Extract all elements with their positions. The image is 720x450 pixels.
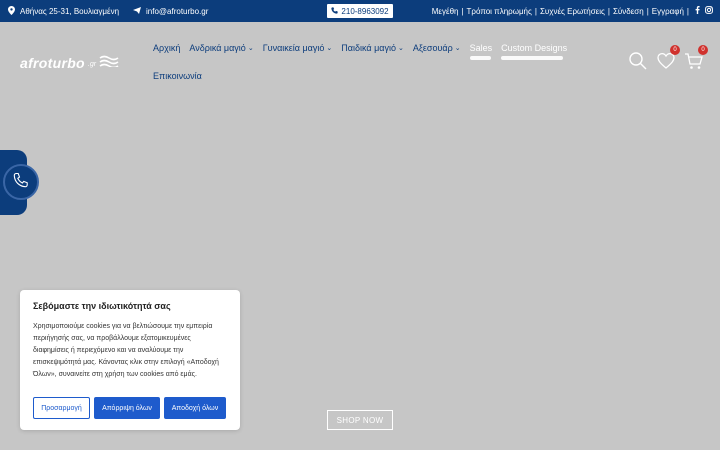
address-text: Αθήνας 25-31, Βουλιαγμένη <box>20 7 120 16</box>
address: Αθήνας 25-31, Βουλιαγμένη <box>8 6 119 17</box>
logo-suffix: .gr <box>87 60 97 68</box>
site-logo[interactable]: afroturbo .gr <box>20 54 119 72</box>
cookie-title: Σεβόμαστε την ιδιωτικότητά σας <box>33 301 171 311</box>
separator: | <box>461 6 464 16</box>
call-button[interactable] <box>3 164 39 200</box>
nav-item-custom-designs[interactable]: Custom Designs <box>501 43 568 60</box>
nav-label: Παιδικά μαγιό <box>341 43 396 53</box>
map-pin-icon <box>8 6 15 17</box>
nav-row: Επικοινωνία <box>153 70 593 82</box>
instagram-icon[interactable] <box>705 6 713 16</box>
top-link-register[interactable]: Εγγραφή <box>652 7 684 16</box>
email[interactable]: info@afroturbo.gr <box>133 7 208 16</box>
chevron-down-icon: ⌄ <box>326 45 333 52</box>
social-links <box>695 6 713 16</box>
wishlist-count-badge: 0 <box>670 45 680 55</box>
cart-icon <box>684 53 704 75</box>
nav-row: Αρχική Ανδρικά μαγιό ⌄ Γυναικεία μαγιό ⌄… <box>153 42 593 60</box>
nav-item-contact[interactable]: Επικοινωνία <box>153 71 202 81</box>
nav-item-womens[interactable]: Γυναικεία μαγιό ⌄ <box>263 43 333 53</box>
nav-label: Sales <box>469 43 493 53</box>
top-bar: Αθήνας 25-31, Βουλιαγμένη info@afroturbo… <box>0 0 720 22</box>
contact-info: Αθήνας 25-31, Βουλιαγμένη info@afroturbo… <box>8 6 208 17</box>
cart-button[interactable]: 0 <box>684 45 708 71</box>
top-link-faq[interactable]: Συχνές Ερωτήσεις <box>540 7 605 16</box>
wave-logo-icon <box>99 54 119 72</box>
heart-icon <box>656 52 676 75</box>
nav-item-accessories[interactable]: Αξεσουάρ ⌄ <box>413 43 461 53</box>
header-icons: 0 0 <box>628 45 708 71</box>
nav-label: Ανδρικά μαγιό <box>189 43 246 53</box>
top-link-sizes[interactable]: Μεγέθη <box>432 7 459 16</box>
phone-button[interactable]: 210-8963092 <box>327 4 393 18</box>
separator: | <box>646 6 649 16</box>
nav-label: Γυναικεία μαγιό <box>262 43 325 53</box>
nav-label: Επικοινωνία <box>153 71 202 81</box>
top-links: Μεγέθη | Τρόποι πληρωμής | Συχνές Ερωτήσ… <box>432 6 713 16</box>
customize-button[interactable]: Προσαρμογή <box>33 397 90 419</box>
top-link-payment[interactable]: Τρόποι πληρωμής <box>467 7 532 16</box>
nav-item-home[interactable]: Αρχική <box>153 43 180 53</box>
nav-label: Custom Designs <box>501 43 568 53</box>
separator: | <box>686 6 689 16</box>
nav-label: Αξεσουάρ <box>412 43 453 53</box>
phone-icon <box>331 6 339 16</box>
chevron-down-icon: ⌄ <box>397 45 404 52</box>
chevron-down-icon: ⌄ <box>247 45 254 52</box>
email-link[interactable]: info@afroturbo.gr <box>146 7 208 16</box>
separator: | <box>607 6 610 16</box>
cookie-text: Χρησιμοποιούμε cookies για να βελτιώσουμ… <box>33 323 219 378</box>
search-icon <box>628 52 648 75</box>
phone-number: 210-8963092 <box>341 6 389 16</box>
cart-count-badge: 0 <box>698 45 708 55</box>
brush-underline <box>501 56 564 60</box>
send-icon <box>133 7 142 16</box>
facebook-icon[interactable] <box>695 6 700 16</box>
main-nav: Αρχική Ανδρικά μαγιό ⌄ Γυναικεία μαγιό ⌄… <box>153 42 593 82</box>
nav-item-mens[interactable]: Ανδρικά μαγιό ⌄ <box>189 43 253 53</box>
shop-now-button[interactable]: SHOP NOW <box>327 410 393 430</box>
separator: | <box>534 6 537 16</box>
cookie-buttons: Προσαρμογή Απόρριψη όλων Αποδοχή όλων <box>33 397 226 419</box>
chevron-down-icon: ⌄ <box>454 45 461 52</box>
wishlist-button[interactable]: 0 <box>656 45 680 71</box>
top-link-login[interactable]: Σύνδεση <box>613 7 644 16</box>
accept-all-button[interactable]: Αποδοχή όλων <box>164 397 226 419</box>
logo-brand: afroturbo <box>20 55 85 71</box>
cookie-consent-dialog: Σεβόμαστε την ιδιωτικότητά σας Χρησιμοπο… <box>20 290 240 430</box>
reject-all-button[interactable]: Απόρριψη όλων <box>94 397 160 419</box>
phone-icon <box>13 172 29 193</box>
brush-underline <box>469 56 491 60</box>
search-button[interactable] <box>628 51 648 71</box>
nav-label: Αρχική <box>153 43 181 53</box>
nav-item-kids[interactable]: Παιδικά μαγιό ⌄ <box>341 43 404 53</box>
nav-item-sales[interactable]: Sales <box>469 43 493 60</box>
